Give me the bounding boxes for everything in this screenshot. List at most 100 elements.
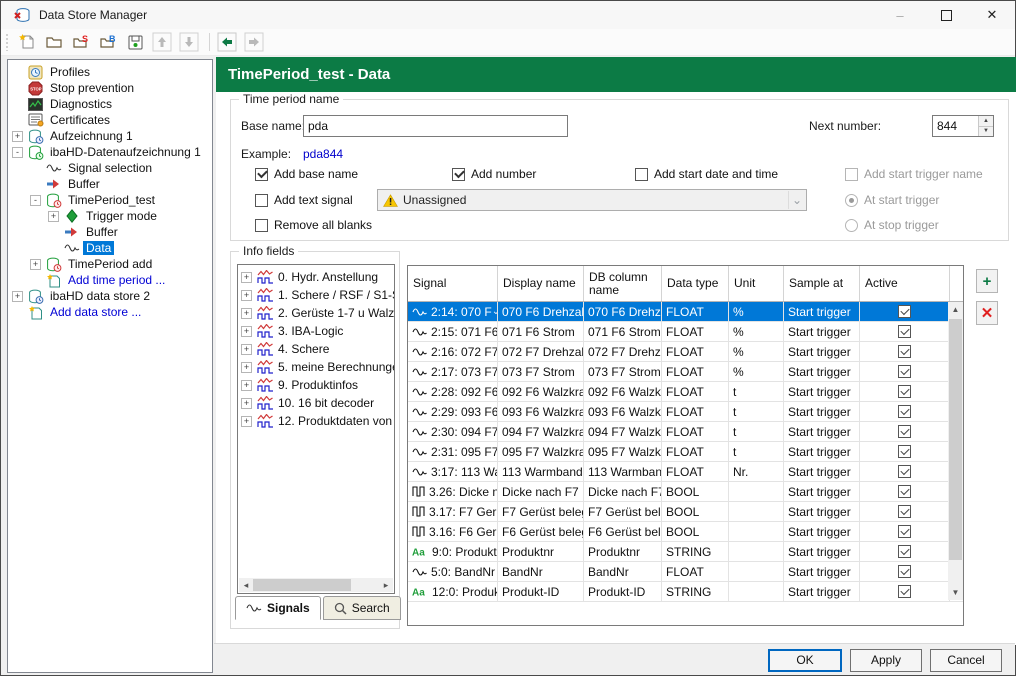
add-signal-button[interactable]: + (976, 269, 998, 293)
column-header-db-column-name[interactable]: DB column name (584, 266, 662, 301)
remove-all-blanks-checkbox[interactable]: Remove all blanks (255, 217, 372, 233)
display-name-cell[interactable]: 092 F6 Walzkraf... (498, 382, 584, 401)
sample-at-cell[interactable]: Start trigger (784, 462, 860, 481)
scroll-down-icon[interactable]: ▼ (948, 585, 963, 600)
signal-cell[interactable]: 3.17: F7 Gerüs (408, 502, 498, 521)
expander-plus-icon[interactable]: + (241, 272, 252, 283)
next-number-stepper[interactable]: 844 ▲▼ (932, 115, 994, 137)
expander-plus-icon[interactable]: + (12, 131, 23, 142)
active-cell[interactable] (860, 482, 950, 501)
sample-at-cell[interactable]: Start trigger (784, 322, 860, 341)
column-header-data-type[interactable]: Data type (662, 266, 729, 301)
tree-item-aufzeichnung-1[interactable]: +Aufzeichnung 1 (8, 128, 212, 144)
db-column-name-cell[interactable]: F7 Gerüst bel... (584, 502, 662, 521)
info-field-item[interactable]: +12. Produktdaten von Level (238, 412, 394, 430)
table-row[interactable]: Aa12:0: Produkt-Produkt-IDProdukt-IDSTRI… (408, 582, 963, 602)
next-number-value[interactable]: 844 (933, 116, 978, 136)
unit-cell[interactable]: % (729, 342, 784, 361)
scroll-left-icon[interactable]: ◂ (239, 578, 253, 592)
display-name-cell[interactable]: 094 F7 Walzkraf... (498, 422, 584, 441)
data-type-cell[interactable]: FLOAT (662, 462, 729, 481)
unit-cell[interactable]: % (729, 322, 784, 341)
unit-cell[interactable]: t (729, 422, 784, 441)
display-name-cell[interactable]: F7 Gerüst belegt (498, 502, 584, 521)
spin-up-icon[interactable]: ▲ (979, 116, 993, 127)
base-name-input[interactable]: pda (303, 115, 568, 137)
unit-cell[interactable]: t (729, 402, 784, 421)
info-field-item[interactable]: +0. Hydr. Anstellung (238, 268, 394, 286)
active-checkbox[interactable] (898, 305, 911, 318)
active-checkbox[interactable] (898, 385, 911, 398)
data-type-cell[interactable]: FLOAT (662, 362, 729, 381)
tree-item-ibahd-data-store-2[interactable]: +ibaHD data store 2 (8, 288, 212, 304)
column-header-display-name[interactable]: Display name (498, 266, 584, 301)
active-checkbox[interactable] (898, 525, 911, 538)
display-name-cell[interactable]: 073 F7 Strom (498, 362, 584, 381)
expander-plus-icon[interactable]: + (241, 416, 252, 427)
text-signal-dropdown[interactable]: Unassigned ⌄ (377, 189, 807, 211)
display-name-cell[interactable]: 072 F7 Drehzahl (498, 342, 584, 361)
checkbox-icon[interactable] (255, 168, 268, 181)
display-name-cell[interactable]: F6 Gerüst belegt (498, 522, 584, 541)
display-name-cell[interactable]: 093 F6 Walzkraf... (498, 402, 584, 421)
active-checkbox[interactable] (898, 345, 911, 358)
expander-plus-icon[interactable]: + (241, 326, 252, 337)
sample-at-cell[interactable]: Start trigger (784, 542, 860, 561)
active-cell[interactable] (860, 462, 950, 481)
maximize-button[interactable] (923, 1, 969, 29)
active-cell[interactable] (860, 422, 950, 441)
tree-item-buffer[interactable]: Buffer (8, 176, 212, 192)
unit-cell[interactable]: % (729, 302, 784, 321)
column-header-active[interactable]: Active (860, 266, 950, 301)
active-checkbox[interactable] (898, 325, 911, 338)
apply-button[interactable]: Apply (850, 649, 922, 672)
expander-plus-icon[interactable]: + (241, 308, 252, 319)
tree-item-ibahd-datenaufzeichnung-1[interactable]: -ibaHD-Datenaufzeichnung 1 (8, 144, 212, 160)
active-checkbox[interactable] (898, 565, 911, 578)
tree-item-trigger-mode[interactable]: +Trigger mode (8, 208, 212, 224)
checkbox-icon[interactable] (452, 168, 465, 181)
expander-plus-icon[interactable]: + (241, 398, 252, 409)
data-type-cell[interactable]: BOOL (662, 482, 729, 501)
expander-plus-icon[interactable]: + (48, 211, 59, 222)
tree-item-buffer[interactable]: Buffer (8, 224, 212, 240)
signal-cell[interactable]: 3:17: 113 War (408, 462, 498, 481)
display-name-cell[interactable]: 070 F6 Drehzahl (498, 302, 584, 321)
scrollbar-thumb[interactable] (949, 319, 962, 560)
open-folder-s-icon[interactable]: S (69, 31, 93, 53)
signal-cell[interactable]: 3.16: F6 Gerüs (408, 522, 498, 541)
data-type-cell[interactable]: FLOAT (662, 302, 729, 321)
db-column-name-cell[interactable]: 113 Warmban... (584, 462, 662, 481)
sample-at-cell[interactable]: Start trigger (784, 582, 860, 601)
signal-cell[interactable]: Aa9:0: Produktnr (408, 542, 498, 561)
scroll-right-icon[interactable]: ▸ (379, 578, 393, 592)
chevron-down-icon[interactable]: ⌄ (788, 191, 805, 209)
data-type-cell[interactable]: FLOAT (662, 442, 729, 461)
tree-item-data[interactable]: Data (8, 240, 212, 256)
signal-cell[interactable]: 3.26: Dicke na (408, 482, 498, 501)
db-column-name-cell[interactable]: 092 F6 Walzkr... (584, 382, 662, 401)
tree-item-profiles[interactable]: Profiles (8, 64, 212, 80)
signal-cell[interactable]: Aa12:0: Produkt- (408, 582, 498, 601)
active-checkbox[interactable] (898, 425, 911, 438)
sample-at-cell[interactable]: Start trigger (784, 382, 860, 401)
active-cell[interactable] (860, 562, 950, 581)
active-checkbox[interactable] (898, 505, 911, 518)
sample-at-cell[interactable]: Start trigger (784, 442, 860, 461)
display-name-cell[interactable]: Produkt-ID (498, 582, 584, 601)
scroll-up-icon[interactable]: ▲ (948, 302, 963, 317)
tree-item-timeperiod-test[interactable]: -TimePeriod_test (8, 192, 212, 208)
table-row[interactable]: 2:15: 071 F6 S071 F6 Strom071 F6 StromFL… (408, 322, 963, 342)
sample-at-cell[interactable]: Start trigger (784, 562, 860, 581)
open-folder-icon[interactable] (42, 31, 66, 53)
info-field-item[interactable]: +2. Gerüste 1-7 u Walzkräf (238, 304, 394, 322)
sample-at-cell[interactable]: Start trigger (784, 422, 860, 441)
close-button[interactable]: ✕ (969, 1, 1015, 29)
spinner-arrows[interactable]: ▲▼ (978, 116, 993, 136)
active-cell[interactable] (860, 362, 950, 381)
expander-plus-icon[interactable]: + (241, 380, 252, 391)
signal-cell[interactable]: 5:0: BandNr (408, 562, 498, 581)
signal-cell[interactable]: 2:15: 071 F6 S (408, 322, 498, 341)
data-type-cell[interactable]: FLOAT (662, 422, 729, 441)
column-header-sample-at[interactable]: Sample at (784, 266, 860, 301)
